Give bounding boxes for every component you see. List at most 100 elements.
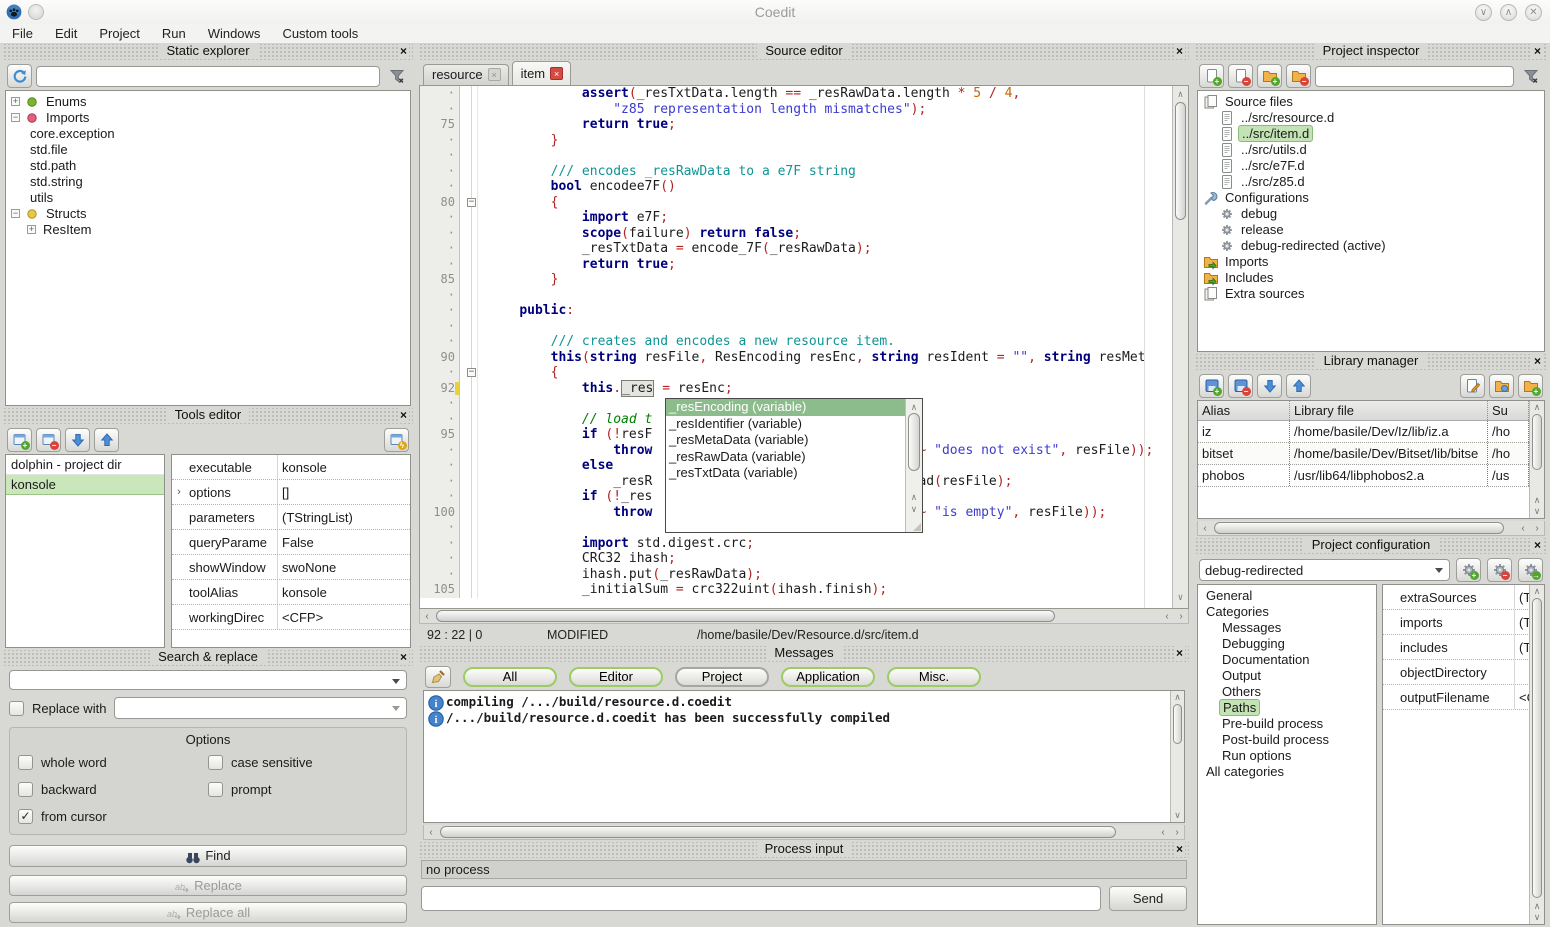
- message-item[interactable]: i/.../build/resource.d.coedit has been s…: [428, 709, 1184, 725]
- library-row[interactable]: bitset/home/basile/Dev/Bitset/lib/bitse/…: [1198, 443, 1529, 465]
- add-source-button[interactable]: +: [1199, 64, 1224, 88]
- code-line[interactable]: ·: [420, 148, 1188, 164]
- code-line[interactable]: · /// creates and encodes a new resource…: [420, 334, 1188, 350]
- code-line[interactable]: ·: [420, 319, 1188, 335]
- column-header-libraryfile[interactable]: Library file: [1290, 401, 1488, 420]
- add-folder-button[interactable]: +: [1257, 64, 1282, 88]
- code-line[interactable]: · _resTxtData = encode_7F(_resRawData);: [420, 241, 1188, 257]
- close-panel-icon[interactable]: ×: [1532, 354, 1543, 368]
- filter-misc-button[interactable]: Misc.: [887, 667, 981, 687]
- project-inspector-item[interactable]: debug-redirected (active): [1198, 237, 1544, 253]
- inspector-filter-input[interactable]: [1315, 66, 1514, 87]
- remove-library-button[interactable]: −: [1228, 374, 1253, 398]
- editor-vscrollbar[interactable]: ∧ ∨: [1172, 86, 1188, 608]
- filter-application-button[interactable]: Application: [781, 667, 875, 687]
- tool-property-value[interactable]: <CFP>: [278, 610, 410, 625]
- menu-run[interactable]: Run: [162, 26, 186, 41]
- close-panel-icon[interactable]: ×: [398, 408, 409, 422]
- move-tool-down-button[interactable]: [65, 428, 90, 452]
- move-tool-up-button[interactable]: [94, 428, 119, 452]
- code-line[interactable]: 75 return true;: [420, 117, 1188, 133]
- config-category-item[interactable]: Documentation: [1198, 651, 1376, 667]
- library-hscrollbar-thumb[interactable]: [1214, 522, 1504, 534]
- messages-hscrollbar[interactable]: ‹ ‹›: [423, 825, 1185, 840]
- code-line[interactable]: · bool encodee7F(): [420, 179, 1188, 195]
- code-line[interactable]: ·− {: [420, 365, 1188, 381]
- tool-property-row[interactable]: parameters(TStringList): [172, 505, 410, 530]
- code-line[interactable]: 85 }: [420, 272, 1188, 288]
- project-inspector-item[interactable]: ../src/z85.d: [1198, 173, 1544, 189]
- code-line[interactable]: · assert(_resTxtData.length == _resRawDa…: [420, 86, 1188, 102]
- project-inspector-item[interactable]: ../src/e7F.d: [1198, 157, 1544, 173]
- config-category-item[interactable]: Others: [1198, 683, 1376, 699]
- static-explorer-item[interactable]: −Imports: [6, 109, 410, 125]
- collapse-icon[interactable]: −: [11, 113, 20, 122]
- close-panel-icon[interactable]: ×: [1532, 44, 1543, 58]
- project-inspector-item[interactable]: Source files: [1198, 93, 1544, 109]
- completion-item[interactable]: _resEncoding (variable): [666, 399, 905, 416]
- column-header-su[interactable]: Su: [1488, 401, 1529, 420]
- collapse-icon[interactable]: −: [11, 209, 20, 218]
- code-line[interactable]: · import std.digest.crc;: [420, 536, 1188, 552]
- code-line[interactable]: 80− {: [420, 195, 1188, 211]
- popup-resize-grip[interactable]: [913, 523, 921, 531]
- editor-hscrollbar-thumb[interactable]: [436, 610, 1055, 622]
- add-library-button[interactable]: +: [1199, 374, 1224, 398]
- tool-property-row[interactable]: queryParameFalse: [172, 530, 410, 555]
- clear-messages-button[interactable]: [425, 666, 451, 688]
- expand-icon[interactable]: +: [27, 225, 36, 234]
- messages-list[interactable]: icompiling /.../build/resource.d.coediti…: [423, 690, 1185, 823]
- find-button[interactable]: Find: [9, 845, 407, 866]
- remove-folder-button[interactable]: −: [1286, 64, 1311, 88]
- remove-configuration-button[interactable]: −: [1487, 558, 1512, 582]
- code-line[interactable]: · /// encodes _resRawData to a e7F strin…: [420, 164, 1188, 180]
- close-panel-icon[interactable]: ×: [1174, 842, 1185, 856]
- config-category-item[interactable]: Output: [1198, 667, 1376, 683]
- close-panel-icon[interactable]: ×: [398, 650, 409, 664]
- config-category-item[interactable]: Categories: [1198, 603, 1376, 619]
- completion-item[interactable]: _resIdentifier (variable): [666, 416, 905, 433]
- tool-property-value[interactable]: konsole: [278, 460, 410, 475]
- configuration-select[interactable]: debug-redirected: [1199, 559, 1450, 581]
- messages-vscrollbar[interactable]: ∧ ∨: [1170, 691, 1184, 822]
- code-line[interactable]: · public:: [420, 303, 1188, 319]
- symbol-filter-input[interactable]: [36, 66, 380, 87]
- config-category-item[interactable]: Paths: [1198, 699, 1376, 715]
- expand-icon[interactable]: +: [11, 97, 20, 106]
- library-row[interactable]: iz/home/basile/Dev/Iz/lib/iz.a/ho: [1198, 421, 1529, 443]
- tool-list-item[interactable]: konsole: [6, 475, 164, 495]
- scan-folder-button[interactable]: +: [1518, 374, 1543, 398]
- code-line[interactable]: 92 this._res = resEnc;: [420, 381, 1188, 397]
- fold-collapse-icon[interactable]: −: [467, 198, 476, 207]
- menu-file[interactable]: File: [12, 26, 33, 41]
- project-inspector-item[interactable]: debug: [1198, 205, 1544, 221]
- config-vscrollbar[interactable]: ∧ ∧ ∨: [1529, 585, 1544, 924]
- config-property-row[interactable]: outputFilename<C: [1383, 685, 1544, 710]
- config-category-item[interactable]: Run options: [1198, 747, 1376, 763]
- tool-property-row[interactable]: showWindowswoNone: [172, 555, 410, 580]
- editor-tab-item[interactable]: item×: [512, 61, 572, 85]
- library-vscrollbar-thumb[interactable]: [1532, 414, 1542, 470]
- project-inspector-item[interactable]: Configurations: [1198, 189, 1544, 205]
- completion-item[interactable]: _resRawData (variable): [666, 449, 905, 466]
- process-input-field[interactable]: [421, 886, 1101, 911]
- tool-property-value[interactable]: []: [278, 485, 410, 500]
- code-line[interactable]: · ihash.put(_resRawData);: [420, 567, 1188, 583]
- replace-all-button[interactable]: ab Replace all: [9, 902, 407, 923]
- tool-list-item[interactable]: dolphin - project dir: [6, 455, 164, 475]
- static-explorer-item[interactable]: −Structs: [6, 205, 410, 221]
- library-from-project-button[interactable]: [1489, 374, 1514, 398]
- move-library-down-button[interactable]: [1257, 374, 1282, 398]
- code-line[interactable]: · import e7F;: [420, 210, 1188, 226]
- static-explorer-item[interactable]: +Enums: [6, 93, 410, 109]
- library-vscrollbar[interactable]: ∧ ∧ ∨: [1529, 401, 1544, 518]
- messages-hscrollbar-thumb[interactable]: [440, 826, 1116, 838]
- clear-inspector-filter-button[interactable]: [1518, 64, 1543, 88]
- project-inspector-item[interactable]: release: [1198, 221, 1544, 237]
- tool-property-row[interactable]: executablekonsole: [172, 455, 410, 480]
- config-category-item[interactable]: Pre-build process: [1198, 715, 1376, 731]
- tool-property-row[interactable]: ›options[]: [172, 480, 410, 505]
- clear-filter-button[interactable]: [384, 64, 409, 88]
- tool-property-row[interactable]: workingDirec<CFP>: [172, 605, 410, 630]
- remove-source-button[interactable]: −: [1228, 64, 1253, 88]
